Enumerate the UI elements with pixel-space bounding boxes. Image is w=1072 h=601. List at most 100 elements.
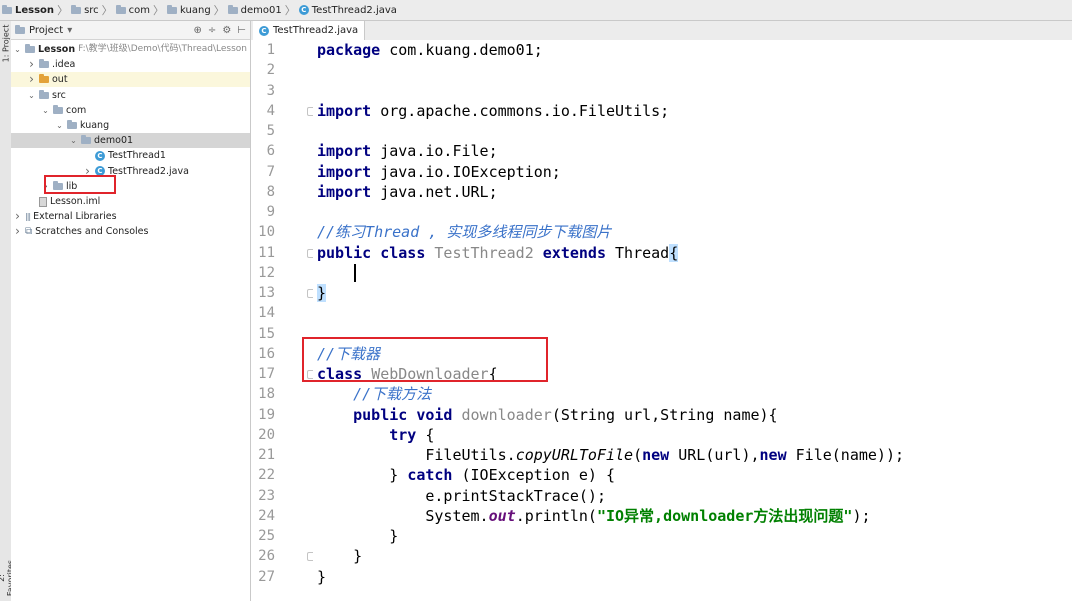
tree-item[interactable]: › out <box>27 72 68 87</box>
chevron-down-icon[interactable]: ⌄ <box>27 88 36 103</box>
chevron-right-icon[interactable]: › <box>13 209 22 224</box>
gear-icon[interactable]: ⚙ <box>222 25 231 36</box>
code-line[interactable]: } <box>317 283 327 303</box>
line-number: 21 <box>258 447 275 463</box>
line-number-gutter: 1 2 3 4 5 6 7 8 9 10 11 12 13 14 15 16 17 18 19 20 21 22 23 24 2… <box>251 40 315 601</box>
breadcrumb-separator-icon: 〉 <box>213 4 225 17</box>
tree-item[interactable]: › ⧉ Scratches and Consoles <box>13 224 148 239</box>
line-number: 26 <box>258 548 275 565</box>
line-number: 7 <box>266 163 275 180</box>
tree-item[interactable]: ⌄ demo01 <box>69 133 133 148</box>
chevron-down-icon[interactable]: ⌄ <box>55 118 64 133</box>
folder-icon <box>67 120 77 129</box>
code-line[interactable]: } <box>317 546 362 566</box>
line-number: 16 <box>258 345 275 362</box>
java-class-icon: C <box>259 25 269 36</box>
project-panel: Project ▾ ⊕ ÷ ⚙ ⊢ ⌄ Lesson F:\教学\班级\Demo\代… <box>11 21 251 601</box>
folder-icon <box>81 135 91 145</box>
tree-item-label: demo01 <box>94 135 134 147</box>
project-folder-icon <box>15 24 25 34</box>
java-class-icon: C <box>298 5 309 15</box>
code-line[interactable]: package com.kuang.demo01; <box>317 40 543 60</box>
line-number: 19 <box>258 406 275 423</box>
line-number: 11 <box>258 244 275 261</box>
chevron-right-icon[interactable]: › <box>27 57 36 72</box>
code-line[interactable]: import org.apache.commons.io.FileUtils; <box>317 101 669 121</box>
tree-item-label: Lesson.iml <box>50 196 101 207</box>
tree-item-label: kuang <box>80 120 110 131</box>
line-number: 3 <box>266 82 275 99</box>
tree-item[interactable]: ⌄ src <box>27 88 66 103</box>
code-line[interactable]: import java.io.File; <box>317 141 498 161</box>
line-number: 23 <box>258 487 275 504</box>
highlight-box-lib <box>44 175 116 194</box>
line-number: 15 <box>258 325 275 342</box>
tree-item-label: External Libraries <box>33 211 117 223</box>
tree-item-label: out <box>52 74 68 86</box>
target-icon[interactable]: ⊕ <box>194 25 202 36</box>
tree-item[interactable]: C TestThread1 <box>83 148 166 163</box>
tree-item[interactable]: › .idea <box>27 57 75 72</box>
code-line[interactable]: //下载方法 <box>317 384 431 404</box>
tree-item-label: .idea <box>52 59 76 71</box>
line-number: 1 <box>266 42 275 58</box>
text-caret <box>354 263 356 282</box>
chevron-down-icon[interactable]: ⌄ <box>41 103 50 118</box>
chevron-right-icon[interactable]: › <box>27 72 36 87</box>
code-line[interactable]: e.printStackTrace(); <box>317 486 606 506</box>
folder-icon <box>227 4 238 14</box>
code-line[interactable]: FileUtils.copyURLToFile(new URL(url),new… <box>317 445 904 465</box>
tree-item[interactable]: ⌄ com <box>41 103 86 118</box>
breadcrumb-item[interactable]: com <box>115 4 150 16</box>
breadcrumb-item[interactable]: src <box>71 4 99 16</box>
project-toolbar: Project ▾ ⊕ ÷ ⚙ ⊢ <box>11 21 250 40</box>
code-line[interactable]: } catch (IOException e) { <box>317 465 615 485</box>
breadcrumb: Lesson 〉 src 〉 com 〉 kuang 〉 demo01 〉 C TestThread2… <box>0 0 1072 21</box>
folder-icon <box>71 4 82 14</box>
folder-icon <box>115 4 126 14</box>
breadcrumb-label: TestThread2.java <box>311 4 397 16</box>
line-number: 4 <box>266 102 275 119</box>
chevron-right-icon[interactable]: › <box>13 224 22 239</box>
project-view-selector[interactable]: Project <box>29 25 63 36</box>
tree-item[interactable]: ⌄ kuang <box>55 118 109 133</box>
line-number: 2 <box>266 62 275 79</box>
collapse-icon[interactable]: ÷ <box>208 25 216 36</box>
editor-tab-label: TestThread2.java <box>273 25 359 36</box>
project-tool-tab[interactable]: 1: Project <box>2 24 11 64</box>
line-number: 14 <box>258 305 275 322</box>
code-line[interactable]: } <box>317 526 398 546</box>
code-line[interactable]: } <box>317 567 326 587</box>
breadcrumb-item[interactable]: demo01 <box>227 4 282 16</box>
code-line[interactable]: import java.net.URL; <box>317 182 498 202</box>
breadcrumb-item[interactable]: Lesson <box>2 4 54 16</box>
breadcrumb-item[interactable]: C TestThread2.java <box>298 4 397 16</box>
code-line[interactable]: System.out.println("IO异常,downloader方法出现问… <box>317 506 870 526</box>
code-line[interactable]: //练习Thread , 实现多线程同步下载图片 <box>317 222 611 242</box>
hide-icon[interactable]: ⊢ <box>237 25 246 36</box>
tree-item-label: Scratches and Consoles <box>35 226 149 238</box>
breadcrumb-label: src <box>84 4 99 16</box>
code-line[interactable]: try { <box>317 425 434 445</box>
breadcrumb-separator-icon: 〉 <box>101 4 113 17</box>
folder-icon <box>39 74 49 84</box>
highlight-box-webdownloader <box>302 337 548 382</box>
dropdown-arrow-icon[interactable]: ▾ <box>67 25 72 36</box>
code-line[interactable]: public class TestThread2 extends Thread{ <box>317 243 679 263</box>
chevron-down-icon[interactable]: ⌄ <box>69 133 78 148</box>
breadcrumb-item[interactable]: kuang <box>167 4 211 16</box>
file-icon <box>39 196 47 207</box>
tree-item[interactable]: Lesson.iml <box>27 194 100 209</box>
tree-item-label: Lesson <box>38 44 76 55</box>
chevron-down-icon[interactable]: ⌄ <box>13 42 22 57</box>
tree-item[interactable]: ⌄ Lesson F:\教学\班级\Demo\代码\Thread\Lesson <box>13 42 247 57</box>
editor-tab-testthread2[interactable]: C TestThread2.java <box>253 21 366 40</box>
code-editor[interactable]: package com.kuang.demo01; import org.apac… <box>313 40 1072 601</box>
line-number: 24 <box>258 507 275 524</box>
folder-icon <box>39 59 49 69</box>
line-number: 17 <box>258 366 275 382</box>
code-line[interactable]: public void downloader(String url,String… <box>317 405 777 425</box>
line-number: 9 <box>266 204 275 220</box>
code-line[interactable]: import java.io.IOException; <box>317 162 561 182</box>
tree-item[interactable]: › ||| External Libraries <box>13 209 117 224</box>
